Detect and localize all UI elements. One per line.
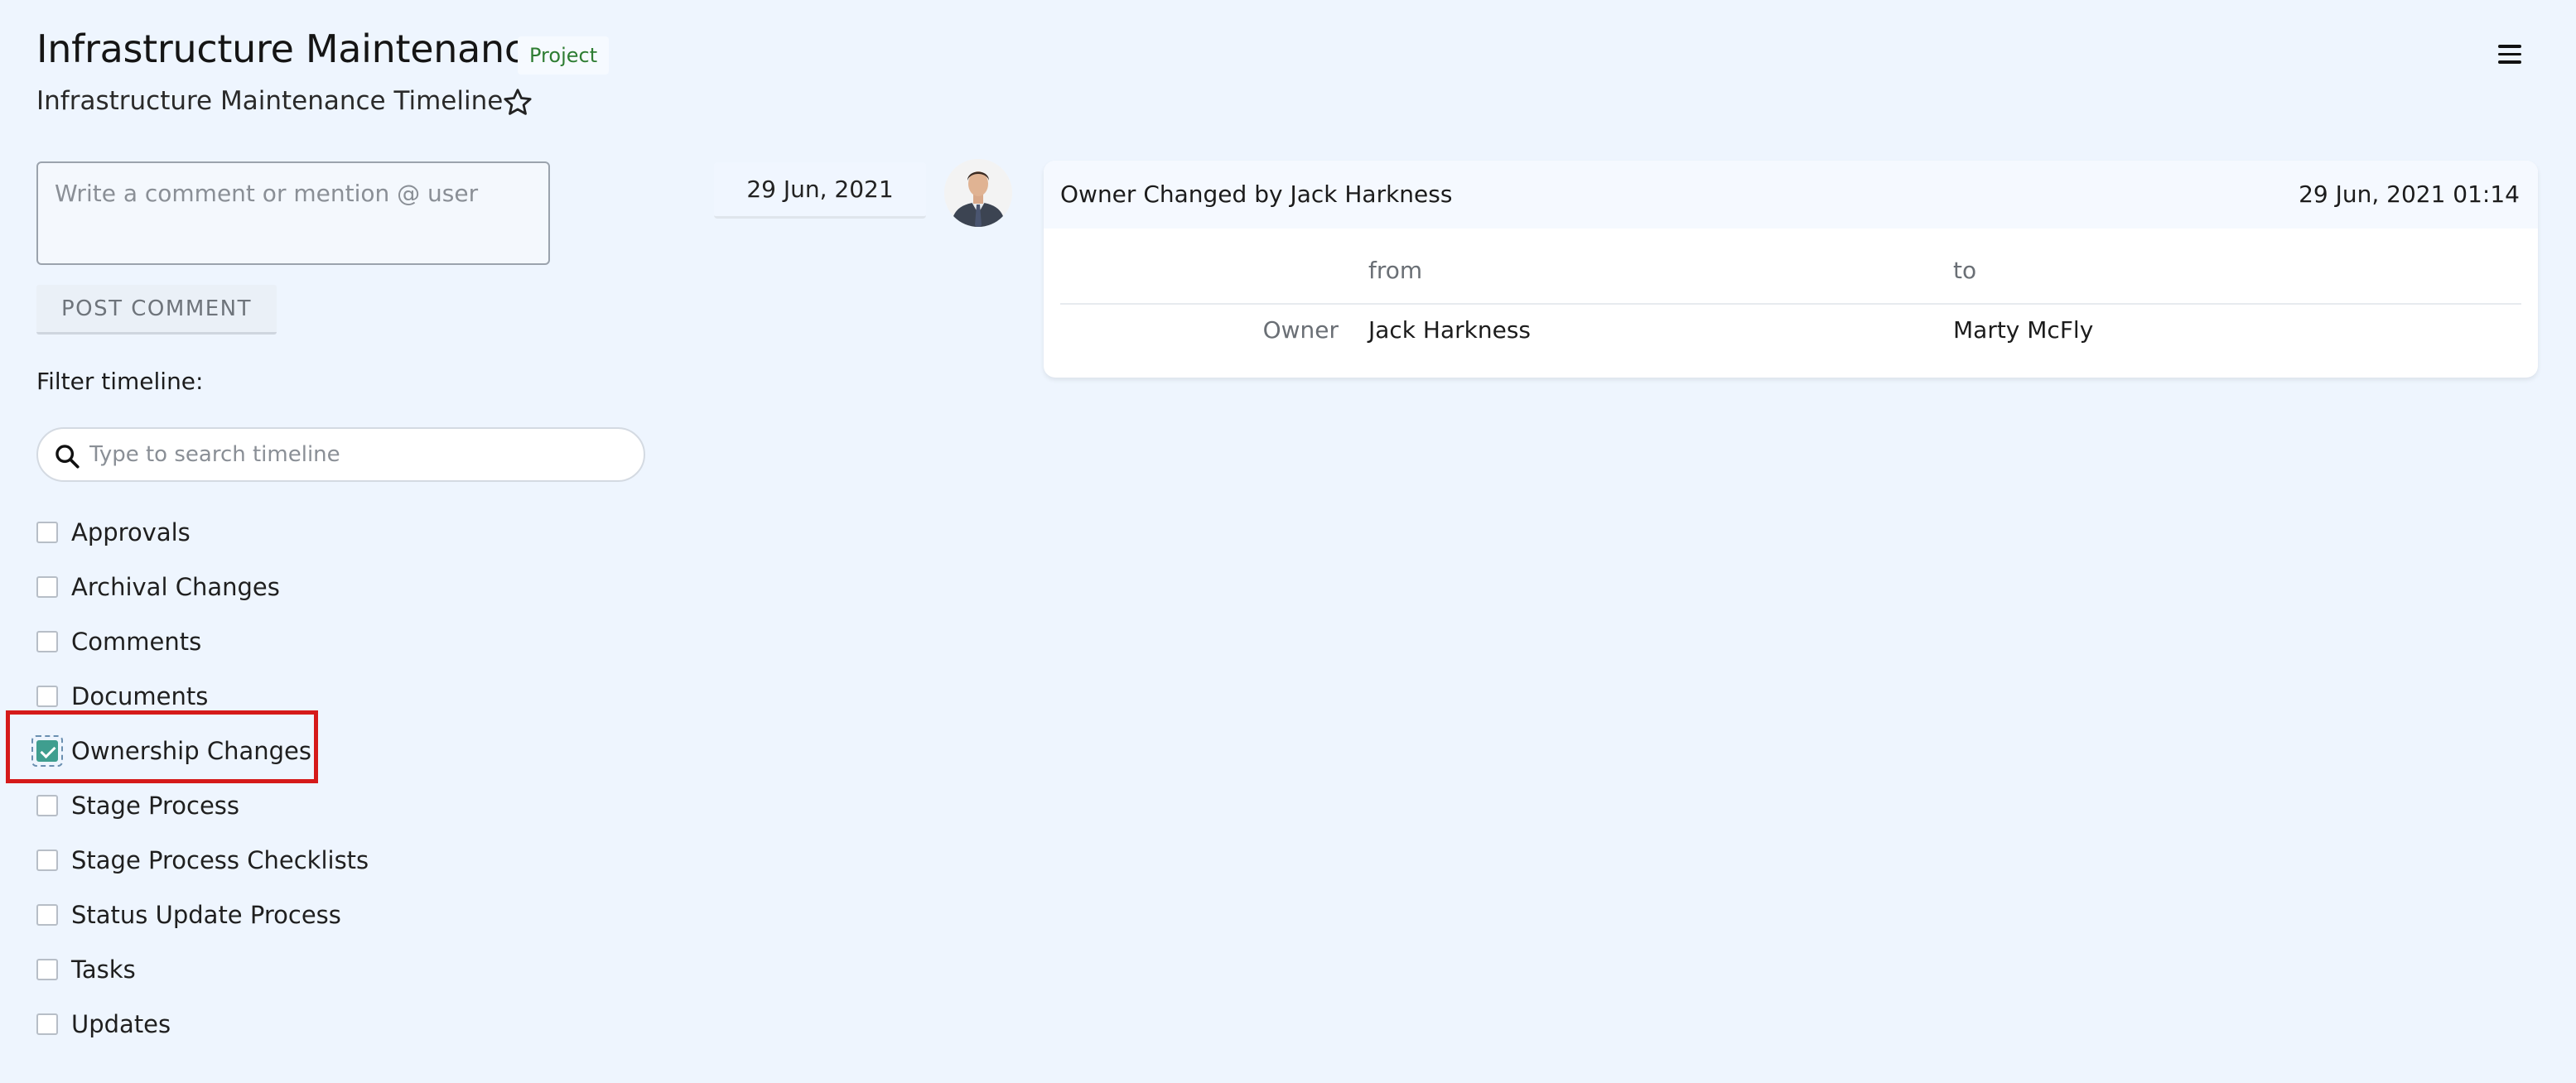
- filter-item-label: Approvals: [71, 518, 191, 546]
- approvals-checkbox[interactable]: [36, 522, 58, 543]
- filter-item-label: Comments: [71, 628, 202, 656]
- user-avatar-icon: [944, 159, 1012, 227]
- filter-item-label: Archival Changes: [71, 573, 280, 601]
- timeline-date: 29 Jun, 2021: [714, 162, 926, 219]
- search-icon: [55, 445, 80, 469]
- highlight-box: [6, 710, 318, 783]
- filter-item-label: Documents: [71, 682, 209, 710]
- tasks-checkbox[interactable]: [36, 959, 58, 980]
- filter-item-label: Stage Process: [71, 792, 240, 820]
- change-to-value: Marty McFly: [1953, 316, 2094, 344]
- filter-item-tasks[interactable]: Tasks: [36, 942, 369, 997]
- filter-item-archival-changes[interactable]: Archival Changes: [36, 560, 369, 614]
- filter-item-status-update-process[interactable]: Status Update Process: [36, 888, 369, 942]
- filter-item-label: Updates: [71, 1010, 171, 1038]
- post-comment-button[interactable]: POST COMMENT: [36, 285, 277, 335]
- filter-label: Filter timeline:: [36, 368, 204, 395]
- filter-item-stage-process-checklists[interactable]: Stage Process Checklists: [36, 833, 369, 888]
- timeline-search-input[interactable]: [89, 436, 628, 474]
- filter-item-label: Stage Process Checklists: [71, 846, 369, 874]
- column-header-from: from: [1368, 257, 1423, 284]
- column-header-to: to: [1953, 257, 1977, 284]
- stage-process-checkbox[interactable]: [36, 795, 58, 816]
- change-field-label: Owner: [1262, 316, 1339, 344]
- project-badge: Project: [518, 36, 610, 75]
- page-subtitle: Infrastructure Maintenance Timeline: [36, 86, 504, 116]
- change-from-value: Jack Harkness: [1368, 316, 1532, 344]
- star-icon[interactable]: [501, 86, 534, 119]
- comments-checkbox[interactable]: [36, 631, 58, 652]
- filter-item-approvals[interactable]: Approvals: [36, 505, 369, 560]
- status-update-process-checkbox[interactable]: [36, 904, 58, 926]
- filter-item-comments[interactable]: Comments: [36, 614, 369, 669]
- timeline-search: [36, 427, 645, 482]
- hamburger-menu-icon[interactable]: [2498, 45, 2521, 65]
- filter-item-label: Status Update Process: [71, 901, 341, 929]
- filter-item-updates[interactable]: Updates: [36, 997, 369, 1052]
- filter-item-stage-process[interactable]: Stage Process: [36, 778, 369, 833]
- timeline-event-card: Owner Changed by Jack Harkness 29 Jun, 2…: [1044, 161, 2538, 378]
- documents-checkbox[interactable]: [36, 686, 58, 707]
- event-title: Owner Changed by Jack Harkness: [1060, 180, 1453, 208]
- comment-input-box: [36, 161, 550, 265]
- event-timestamp: 29 Jun, 2021 01:14: [2299, 180, 2520, 208]
- filter-item-label: Tasks: [71, 955, 136, 984]
- updates-checkbox[interactable]: [36, 1013, 58, 1035]
- divider: [1060, 303, 2521, 305]
- archival-changes-checkbox[interactable]: [36, 576, 58, 598]
- comment-input[interactable]: [38, 163, 548, 263]
- page-title: Infrastructure Maintenance: [36, 26, 548, 71]
- stage-process-checklists-checkbox[interactable]: [36, 850, 58, 871]
- avatar: [944, 159, 1012, 227]
- timeline-page: Infrastructure Maintenance Project Infra…: [0, 0, 2576, 1083]
- event-card-header: Owner Changed by Jack Harkness 29 Jun, 2…: [1044, 161, 2538, 229]
